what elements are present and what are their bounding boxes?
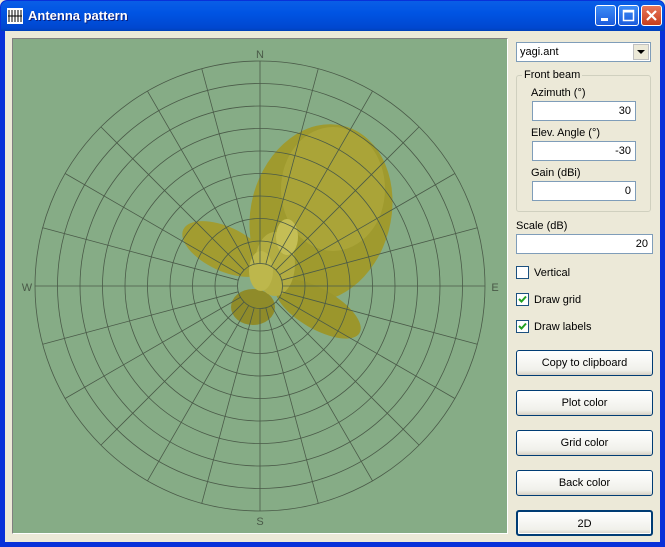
vertical-label: Vertical [534, 267, 571, 279]
dropdown-arrow-button[interactable] [633, 44, 649, 60]
elevation-angle-label: Elev. Angle (°) [531, 127, 601, 139]
app-window: Antenna pattern N E S W yagi.ant Front b… [0, 0, 665, 547]
scale-input[interactable]: 20 [516, 234, 653, 254]
compass-label-west: W [22, 282, 33, 294]
maximize-button[interactable] [618, 5, 639, 26]
draw-grid-checkbox[interactable] [516, 293, 529, 306]
grid-color-button[interactable]: Grid color [516, 430, 653, 456]
close-button[interactable] [641, 5, 662, 26]
polar-grid: N E S W [22, 49, 499, 528]
grid-spoke [100, 301, 245, 446]
grid-spoke [100, 126, 245, 271]
scale-label: Scale (dB) [516, 220, 568, 232]
gain-label: Gain (dBi) [531, 167, 581, 179]
checkmark-icon [518, 295, 527, 303]
antenna-file-value: yagi.ant [520, 46, 559, 58]
azimuth-input[interactable]: 30 [532, 101, 636, 121]
client-area: N E S W yagi.ant Front beam Azimuth (°) … [5, 31, 660, 542]
grid-spoke [42, 291, 239, 345]
draw-labels-checkbox[interactable] [516, 320, 529, 333]
front-beam-label: Front beam [522, 69, 583, 81]
grid-spoke [265, 307, 319, 504]
close-icon [646, 10, 657, 21]
back-color-button[interactable]: Back color [516, 470, 653, 496]
azimuth-label: Azimuth (°) [531, 87, 586, 99]
copy-to-clipboard-button[interactable]: Copy to clipboard [516, 350, 653, 376]
maximize-icon [622, 9, 635, 22]
elevation-angle-input[interactable]: -30 [532, 141, 636, 161]
grid-spoke [201, 307, 255, 504]
antenna-pattern-plot[interactable]: N E S W [12, 38, 508, 534]
vertical-checkbox[interactable] [516, 266, 529, 279]
compass-label-east: E [491, 282, 498, 294]
window-title: Antenna pattern [28, 8, 128, 23]
antenna-file-select[interactable]: yagi.ant [516, 42, 651, 62]
grid-spoke [64, 296, 241, 399]
compass-label-north: N [256, 49, 264, 61]
draw-grid-label: Draw grid [534, 294, 582, 306]
grid-spoke [147, 305, 250, 482]
minimize-button[interactable] [595, 5, 616, 26]
grid-spoke [279, 296, 456, 399]
toggle-2d-button[interactable]: 2D [516, 510, 653, 536]
draw-labels-label: Draw labels [534, 321, 592, 333]
antenna-app-icon [7, 8, 23, 24]
gain-input[interactable]: 0 [532, 181, 636, 201]
plot-color-button[interactable]: Plot color [516, 390, 653, 416]
checkmark-icon [518, 322, 527, 330]
minimize-icon [601, 18, 608, 21]
title-bar[interactable]: Antenna pattern [1, 1, 664, 31]
compass-label-south: S [256, 516, 263, 528]
chevron-down-icon [637, 50, 645, 54]
